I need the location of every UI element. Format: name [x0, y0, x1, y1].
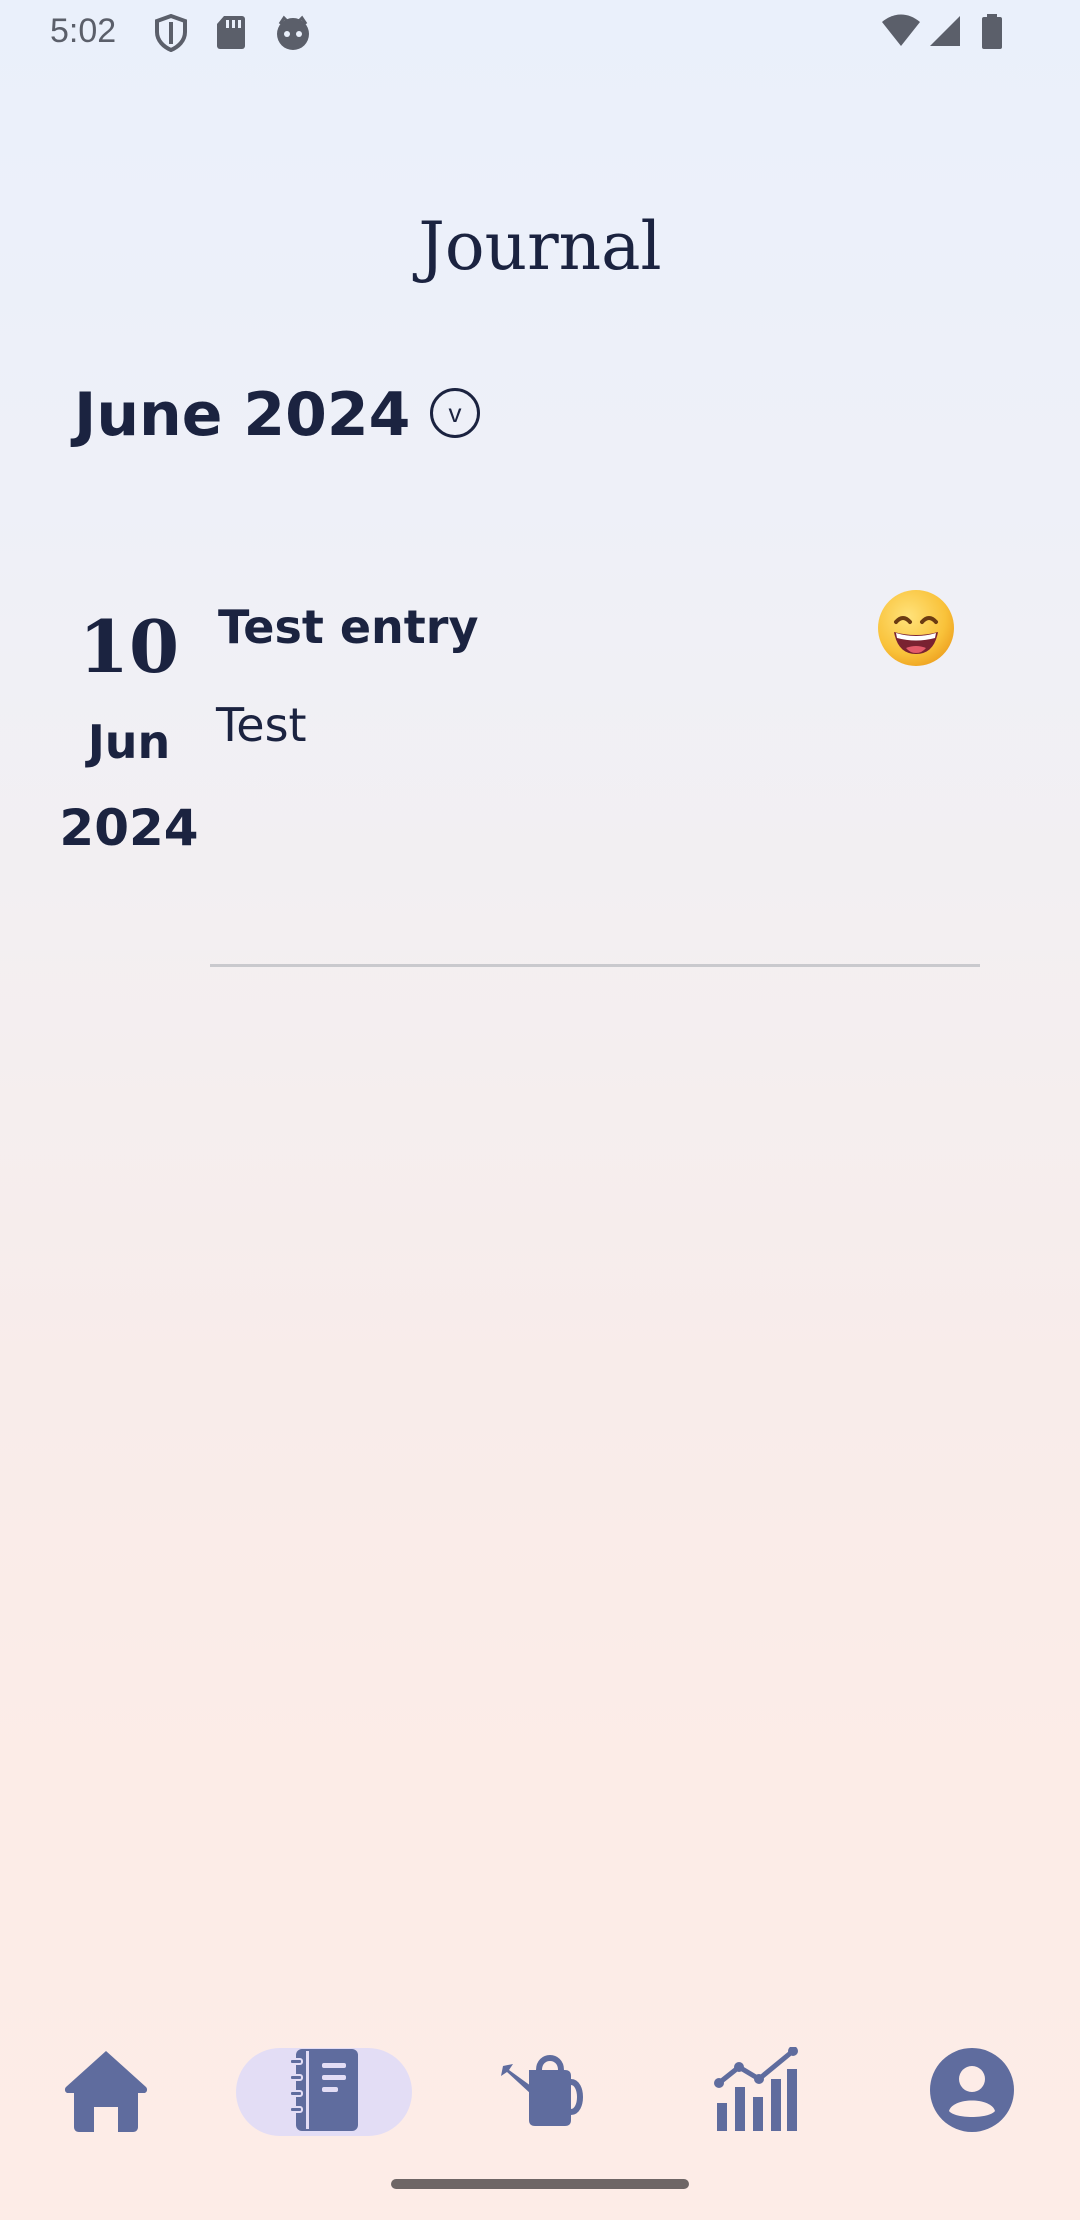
bottom-navigation [0, 2030, 1080, 2150]
entry-month: Jun [87, 715, 171, 769]
nav-journal[interactable] [274, 2030, 374, 2150]
month-toggle-glyph: v [448, 398, 462, 428]
cellular-icon [930, 16, 960, 46]
entry-day: 10 [78, 604, 180, 689]
face-icon [277, 15, 309, 50]
chevron-down-icon[interactable]: v [430, 388, 480, 438]
nav-garden[interactable] [492, 2030, 592, 2150]
status-bar: 5:02 [0, 0, 1080, 64]
sd-card-icon [217, 16, 245, 49]
entry-title: Test entry [218, 600, 479, 654]
home-icon [64, 2051, 148, 2132]
watering-can-icon [501, 2055, 583, 2126]
month-label[interactable]: June 2024 [74, 380, 410, 450]
journal-entry[interactable]: 10 Jun 2024 Test entry Test [0, 580, 1080, 970]
page-title: Journal [418, 208, 662, 285]
nav-home[interactable] [56, 2030, 156, 2150]
stats-icon [714, 2047, 798, 2131]
nav-account[interactable] [922, 2030, 1022, 2150]
home-indicator[interactable] [391, 2179, 689, 2189]
shield-icon [155, 14, 187, 52]
grinning-face-emoji-icon [878, 590, 954, 666]
nav-stats[interactable] [706, 2030, 806, 2150]
journal-icon [289, 2049, 358, 2131]
wifi-icon [882, 14, 920, 46]
battery-icon [982, 14, 1002, 49]
entry-date: 10 Jun 2024 [54, 580, 204, 858]
account-icon [930, 2048, 1014, 2132]
entry-body: Test [216, 698, 307, 752]
entry-divider [210, 964, 980, 967]
status-time: 5:02 [50, 12, 117, 50]
entry-year: 2024 [59, 799, 199, 857]
